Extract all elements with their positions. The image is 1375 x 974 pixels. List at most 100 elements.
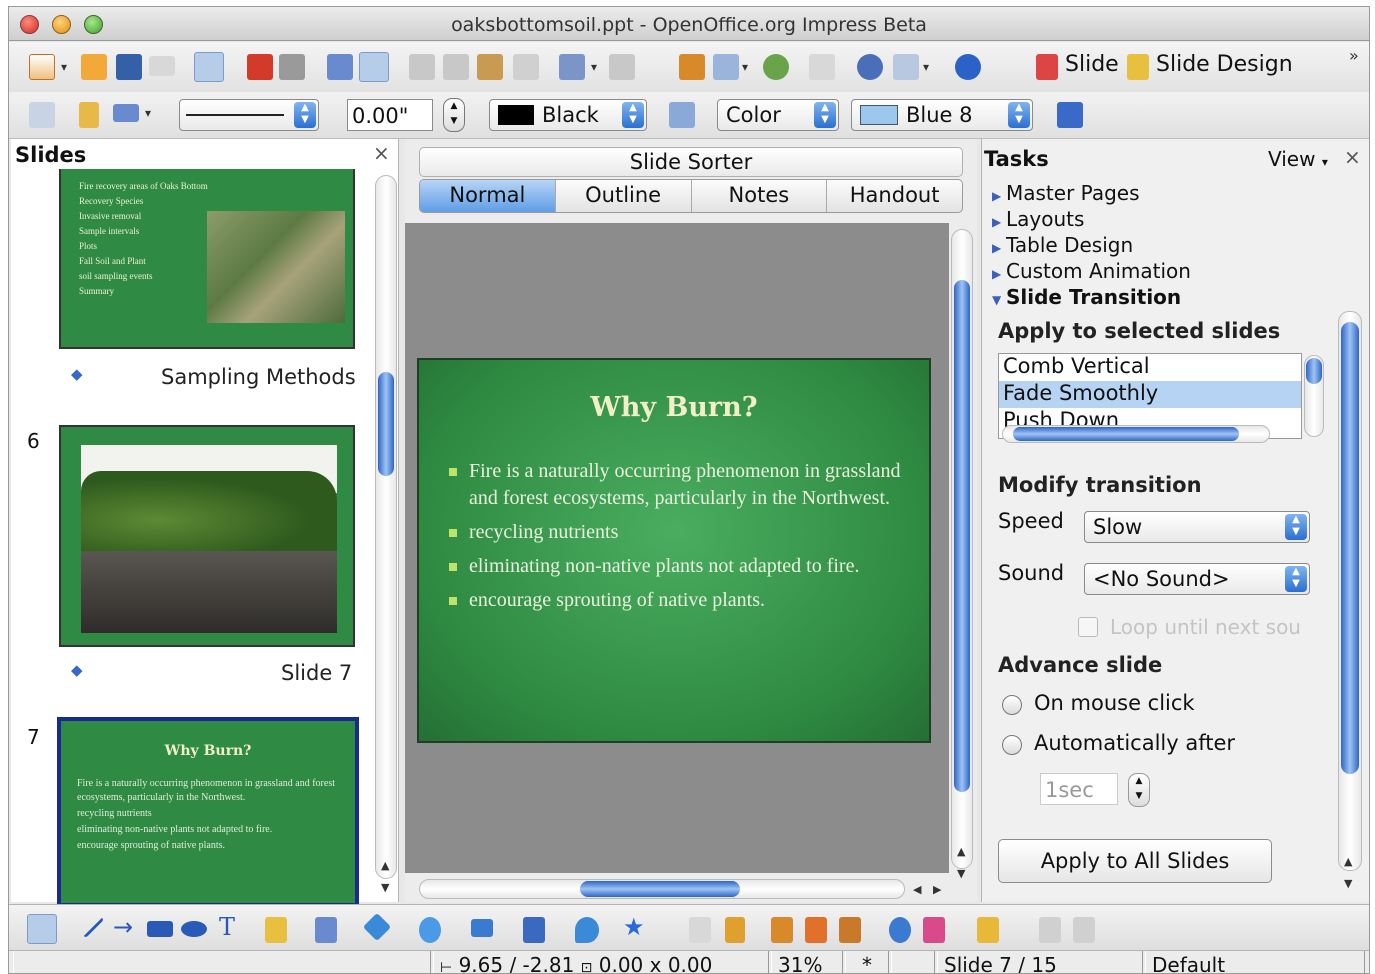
tasks-pane-scrollbar[interactable] [1338, 311, 1362, 871]
slides-pane-close-icon[interactable]: × [373, 141, 390, 165]
cut-icon[interactable] [409, 54, 435, 80]
fontwork-icon[interactable] [771, 917, 793, 943]
navigator-icon[interactable] [857, 54, 883, 80]
new-document-icon[interactable] [29, 54, 55, 80]
sound-select[interactable]: <No Sound> ▲ ▼ [1084, 563, 1310, 595]
undo-dropdown-arrow[interactable]: ▾ [591, 60, 597, 74]
status-zoom[interactable]: 31% [771, 951, 843, 973]
tasks-scroll-thumb[interactable] [1341, 322, 1359, 774]
table-icon[interactable] [713, 54, 739, 80]
loop-checkbox[interactable] [1078, 617, 1098, 637]
arrow-style-icon[interactable] [113, 104, 139, 122]
transition-option[interactable]: Comb Vertical [999, 354, 1301, 381]
toolbar-overflow-button[interactable]: » [1349, 46, 1359, 65]
tab-outline[interactable]: Outline [556, 180, 692, 212]
workspace-horizontal-scrollbar[interactable] [419, 879, 905, 899]
copy-icon[interactable] [443, 54, 469, 80]
autospellcheck-icon[interactable] [359, 52, 389, 82]
slide-preview[interactable]: Why Burn? Fire is a naturally occurring … [417, 358, 931, 743]
scroll-up-arrow[interactable]: ▲ [957, 845, 965, 858]
line-width-input[interactable]: 0.00" [347, 99, 433, 131]
symbol-shapes-icon[interactable] [419, 917, 441, 943]
slide-thumbnail-6[interactable] [59, 425, 355, 647]
toggle-extrusion-icon[interactable] [1073, 917, 1095, 943]
shadow-icon[interactable] [1057, 102, 1083, 128]
area-style-stepper[interactable]: ▲ ▼ [814, 102, 836, 128]
tab-normal[interactable]: Normal [420, 180, 556, 212]
auto-advance-time-input[interactable]: 1sec [1040, 773, 1118, 805]
scroll-up-arrow[interactable]: ▲ [1344, 855, 1352, 868]
transition-list-hscroll-thumb[interactable] [1013, 427, 1239, 441]
zoom-icon[interactable] [893, 54, 919, 80]
extrusion-icon[interactable] [1039, 917, 1061, 943]
slide-icon[interactable] [1036, 54, 1058, 80]
open-folder-icon[interactable] [81, 54, 107, 80]
arrow-tool-icon[interactable]: → [113, 913, 133, 941]
scroll-right-arrow[interactable]: ▶ [933, 883, 941, 896]
scroll-down-arrow[interactable]: ▼ [1344, 877, 1352, 890]
glue-points-icon[interactable] [725, 917, 745, 943]
callouts-icon[interactable] [575, 917, 599, 943]
points-icon[interactable] [689, 917, 711, 943]
chart-icon[interactable] [679, 54, 705, 80]
flowchart-icon[interactable] [523, 917, 545, 943]
globe-icon[interactable] [763, 54, 789, 80]
speed-select[interactable]: Slow ▲ ▼ [1084, 511, 1310, 543]
task-master-pages[interactable]: ▶ Master Pages [992, 181, 1140, 205]
line-style-stepper[interactable]: ▲ ▼ [294, 102, 316, 128]
line-color-select[interactable]: Black ▲ ▼ [489, 99, 647, 131]
format-paintbrush-icon[interactable] [513, 54, 539, 80]
transition-list-hscroll[interactable] [1002, 425, 1270, 443]
print-icon[interactable] [279, 54, 305, 80]
scroll-down-arrow[interactable]: ▼ [381, 881, 389, 894]
on-mouse-click-radio[interactable] [1002, 695, 1022, 715]
text-tool-icon[interactable]: T [219, 913, 235, 941]
connector-tool-icon[interactable] [315, 917, 337, 943]
slide-thumbnail-5[interactable]: Fire recovery areas of Oaks Bottom Recov… [59, 169, 355, 349]
sound-stepper[interactable]: ▲ ▼ [1285, 566, 1307, 592]
scroll-left-arrow[interactable]: ◀ [913, 883, 921, 896]
slides-scroll-thumb[interactable] [378, 372, 394, 476]
block-arrows-icon[interactable] [471, 919, 493, 937]
new-dropdown-arrow[interactable]: ▾ [61, 60, 67, 74]
slide-title[interactable]: Why Burn? [419, 392, 929, 423]
spellcheck-icon[interactable] [327, 54, 353, 80]
save-icon[interactable] [116, 54, 142, 80]
effects-icon[interactable] [889, 917, 911, 943]
area-fill-icon[interactable] [669, 102, 695, 128]
task-custom-animation[interactable]: ▶ Custom Animation [992, 259, 1191, 283]
automatically-after-radio[interactable] [1002, 735, 1022, 755]
line-style-select[interactable]: ▲ ▼ [179, 99, 319, 131]
styles-icon[interactable] [29, 102, 55, 128]
slide-canvas[interactable]: Why Burn? Fire is a naturally occurring … [405, 223, 949, 873]
status-signature[interactable] [891, 951, 935, 973]
redo-icon[interactable] [609, 54, 635, 80]
slide-thumbnail-7[interactable]: Why Burn? Fire is a naturally occurring … [57, 717, 359, 907]
task-slide-transition[interactable]: ▼ Slide Transition [992, 285, 1181, 309]
insert-image-icon[interactable] [805, 917, 827, 943]
speed-stepper[interactable]: ▲ ▼ [1285, 514, 1307, 540]
slide-design-icon[interactable] [1127, 54, 1149, 80]
grid-icon[interactable] [809, 54, 835, 80]
gallery-icon[interactable] [839, 917, 861, 943]
slide-design-button[interactable]: Slide Design [1156, 52, 1293, 77]
slides-pane-scrollbar[interactable] [375, 175, 397, 879]
slide-button[interactable]: Slide [1065, 52, 1119, 77]
auto-advance-time-spinner[interactable]: ▲ ▼ [1128, 773, 1150, 807]
workspace-vscroll-thumb[interactable] [954, 280, 970, 792]
tab-notes[interactable]: Notes [692, 180, 828, 212]
slide-sorter-button[interactable]: Slide Sorter [419, 147, 963, 177]
undo-icon[interactable] [559, 54, 585, 80]
line-color-stepper[interactable]: ▲ ▼ [622, 102, 644, 128]
rectangle-tool-icon[interactable] [147, 921, 173, 937]
area-style-select[interactable]: Color ▲ ▼ [717, 99, 839, 131]
transition-option-selected[interactable]: Fade Smoothly [999, 381, 1301, 408]
workspace-vertical-scrollbar[interactable] [951, 229, 973, 869]
task-table-design[interactable]: ▶ Table Design [992, 233, 1133, 257]
slide-bullet-list[interactable]: Fire is a naturally occurring phenomenon… [449, 458, 909, 621]
area-color-stepper[interactable]: ▲ ▼ [1008, 102, 1030, 128]
help-icon[interactable] [955, 54, 981, 80]
line-icon[interactable] [79, 102, 99, 128]
transition-list-scrollbar[interactable] [1304, 355, 1324, 437]
stars-icon[interactable]: ★ [623, 913, 645, 941]
